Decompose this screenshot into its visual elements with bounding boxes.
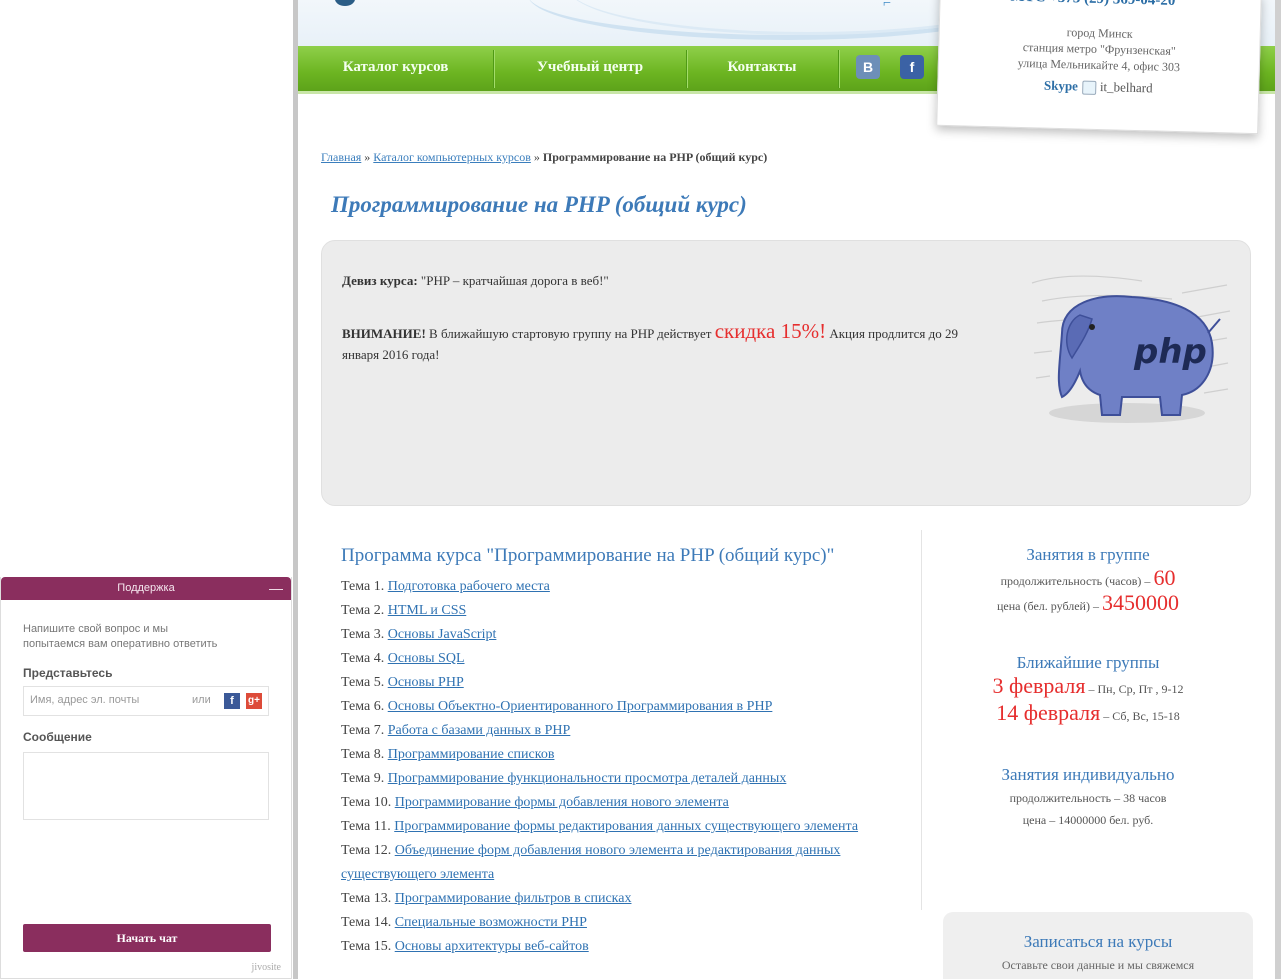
topic-item: Тема 15. Основы архитектуры веб-сайтов bbox=[341, 939, 589, 954]
chat-header[interactable]: Поддержка — bbox=[1, 577, 291, 600]
chat-name-label: Представьтесь bbox=[23, 666, 113, 680]
topic-link[interactable]: Основы Объектно-Ориентированного Програм… bbox=[388, 699, 773, 714]
topic-link[interactable]: Основы PHP bbox=[388, 675, 464, 690]
enroll-title[interactable]: Записаться на курсы bbox=[943, 932, 1253, 952]
course-sidebar: Занятия в группе продолжительность (часо… bbox=[938, 545, 1238, 829]
php-logo-text: php bbox=[1133, 332, 1207, 372]
group-duration: продолжительность (часов) – 60 bbox=[1000, 565, 1176, 590]
topic-link[interactable]: HTML и CSS bbox=[388, 603, 467, 618]
topic-link[interactable]: Работа с базами данных в PHP bbox=[388, 723, 571, 738]
topic-link[interactable]: Основы JavaScript bbox=[388, 627, 497, 642]
topic-link[interactable]: Программирование списков bbox=[388, 747, 555, 762]
chat-message-label: Сообщение bbox=[23, 730, 92, 744]
topic-item: Тема 8. Программирование списков bbox=[341, 747, 555, 762]
topic-item: Тема 6. Основы Объектно-Ориентированного… bbox=[341, 699, 773, 714]
facebook-icon[interactable]: f bbox=[900, 55, 924, 79]
topic-item: Тема 2. HTML и CSS bbox=[341, 603, 467, 618]
topic-item: Тема 9. Программирование функциональност… bbox=[341, 771, 787, 786]
individual-price: цена – 14000000 бел. руб. bbox=[1022, 813, 1154, 827]
page: ⌐ Каталог курсов Учебный центр Контакты … bbox=[0, 0, 1281, 979]
breadcrumb-current: Программирование на PHP (общий курс) bbox=[542, 150, 768, 164]
skype-contact[interactable]: Skype it_belhard bbox=[938, 75, 1258, 99]
breadcrumb-separator: » bbox=[364, 150, 371, 164]
program-title: Программа курса "Программирование на PHP… bbox=[341, 545, 835, 566]
contact-card: MTC +375 (29) 369-04-20 город Минск стан… bbox=[936, 0, 1262, 135]
chat-title: Поддержка bbox=[117, 582, 175, 594]
topic-link[interactable]: Программирование формы добавления нового… bbox=[395, 795, 729, 810]
group-price: цена (бел. рублей) – 3450000 bbox=[997, 590, 1179, 615]
vk-icon[interactable]: В bbox=[856, 55, 880, 79]
breadcrumb: Главная » Каталог компьютерных курсов » … bbox=[321, 150, 767, 165]
skype-icon bbox=[1081, 80, 1097, 95]
chat-name-placeholder: Имя, адрес эл. почты bbox=[30, 694, 140, 706]
skype-username: it_belhard bbox=[1099, 79, 1153, 96]
facebook-login-icon[interactable]: f bbox=[224, 693, 240, 709]
group-schedule: 14 февраля – Сб, Вс, 15-18 bbox=[996, 700, 1180, 725]
group-schedule: 3 февраля – Пн, Ср, Пт , 9-12 bbox=[992, 673, 1184, 698]
discount-amount: скидка 15%! bbox=[714, 319, 827, 343]
chat-or-text: или bbox=[192, 694, 211, 706]
header-decoration-icon: ⌐ bbox=[883, 0, 891, 11]
google-plus-login-icon[interactable]: g+ bbox=[246, 693, 262, 709]
skype-label: Skype bbox=[1043, 77, 1079, 94]
topic-link[interactable]: Программирование функциональности просмо… bbox=[388, 771, 787, 786]
topic-item: Тема 10. Программирование формы добавлен… bbox=[341, 795, 729, 810]
breadcrumb-home[interactable]: Главная bbox=[321, 150, 361, 164]
nav-item-contacts[interactable]: Контакты bbox=[687, 46, 837, 91]
topic-link[interactable]: Подготовка рабочего места bbox=[388, 579, 550, 594]
topic-link[interactable]: Основы архитектуры веб-сайтов bbox=[395, 939, 589, 954]
chat-widget: Поддержка — Напишите свой вопрос и мы по… bbox=[0, 577, 292, 979]
course-info-box: Девиз курса: "PHP – кратчайшая дорога в … bbox=[321, 240, 1251, 506]
enroll-box: Записаться на курсы Оставьте свои данные… bbox=[943, 912, 1253, 979]
topic-link[interactable]: Основы SQL bbox=[388, 651, 465, 666]
topic-item: Тема 7. Работа с базами данных в PHP bbox=[341, 723, 571, 738]
nav-item-catalog[interactable]: Каталог курсов bbox=[298, 46, 493, 91]
topic-link[interactable]: Специальные возможности PHP bbox=[395, 915, 587, 930]
breadcrumb-separator: » bbox=[533, 150, 540, 164]
topic-item: Тема 4. Основы SQL bbox=[341, 651, 465, 666]
course-motto: Девиз курса: "PHP – кратчайшая дорога в … bbox=[342, 273, 609, 288]
minimize-icon[interactable]: — bbox=[269, 577, 283, 600]
topic-item: Тема 12. Объединение форм добавления нов… bbox=[341, 843, 841, 882]
individual-classes-title: Занятия индивидуально bbox=[1001, 765, 1175, 784]
website-column: ⌐ Каталог курсов Учебный центр Контакты … bbox=[293, 0, 1281, 979]
php-elephant-image: php bbox=[1031, 275, 1231, 423]
group-classes-title: Занятия в группе bbox=[1026, 545, 1150, 564]
start-chat-button[interactable]: Начать чат bbox=[23, 924, 271, 952]
topic-item: Тема 13. Программирование фильтров в спи… bbox=[341, 891, 632, 906]
topic-item: Тема 3. Основы JavaScript bbox=[341, 627, 497, 642]
topic-item: Тема 14. Специальные возможности PHP bbox=[341, 915, 587, 930]
breadcrumb-catalog[interactable]: Каталог компьютерных курсов bbox=[373, 150, 531, 164]
individual-duration: продолжительность – 38 часов bbox=[1009, 791, 1167, 805]
topic-item: Тема 5. Основы PHP bbox=[341, 675, 464, 690]
enroll-text: Оставьте свои данные и мы свяжемся bbox=[1001, 958, 1195, 972]
chat-name-field[interactable]: Имя, адрес эл. почты или f g+ bbox=[23, 686, 269, 716]
topic-link[interactable]: Программирование формы редактирования да… bbox=[394, 819, 858, 834]
nearest-groups-title: Ближайшие группы bbox=[1016, 653, 1160, 672]
discount-notice: ВНИМАНИЕ! В ближайшую стартовую группу н… bbox=[342, 319, 959, 363]
topic-item: Тема 1. Подготовка рабочего места bbox=[341, 579, 550, 594]
chat-message-field[interactable] bbox=[23, 752, 269, 820]
course-program: Программа курса "Программирование на PHP… bbox=[341, 545, 901, 959]
chat-provider-logo[interactable]: jivosite bbox=[252, 962, 281, 973]
nav-item-training-center[interactable]: Учебный центр bbox=[494, 46, 686, 91]
page-title: Программирование на PHP (общий курс) bbox=[331, 192, 747, 217]
topic-link[interactable]: Программирование фильтров в списках bbox=[395, 891, 632, 906]
topic-link[interactable]: Объединение форм добавления нового элеме… bbox=[341, 843, 840, 882]
topic-item: Тема 11. Программирование формы редактир… bbox=[341, 819, 859, 834]
logo[interactable] bbox=[335, 0, 355, 6]
chat-intro-text: Напишите свой вопрос и мы попытаемся вам… bbox=[23, 623, 218, 650]
